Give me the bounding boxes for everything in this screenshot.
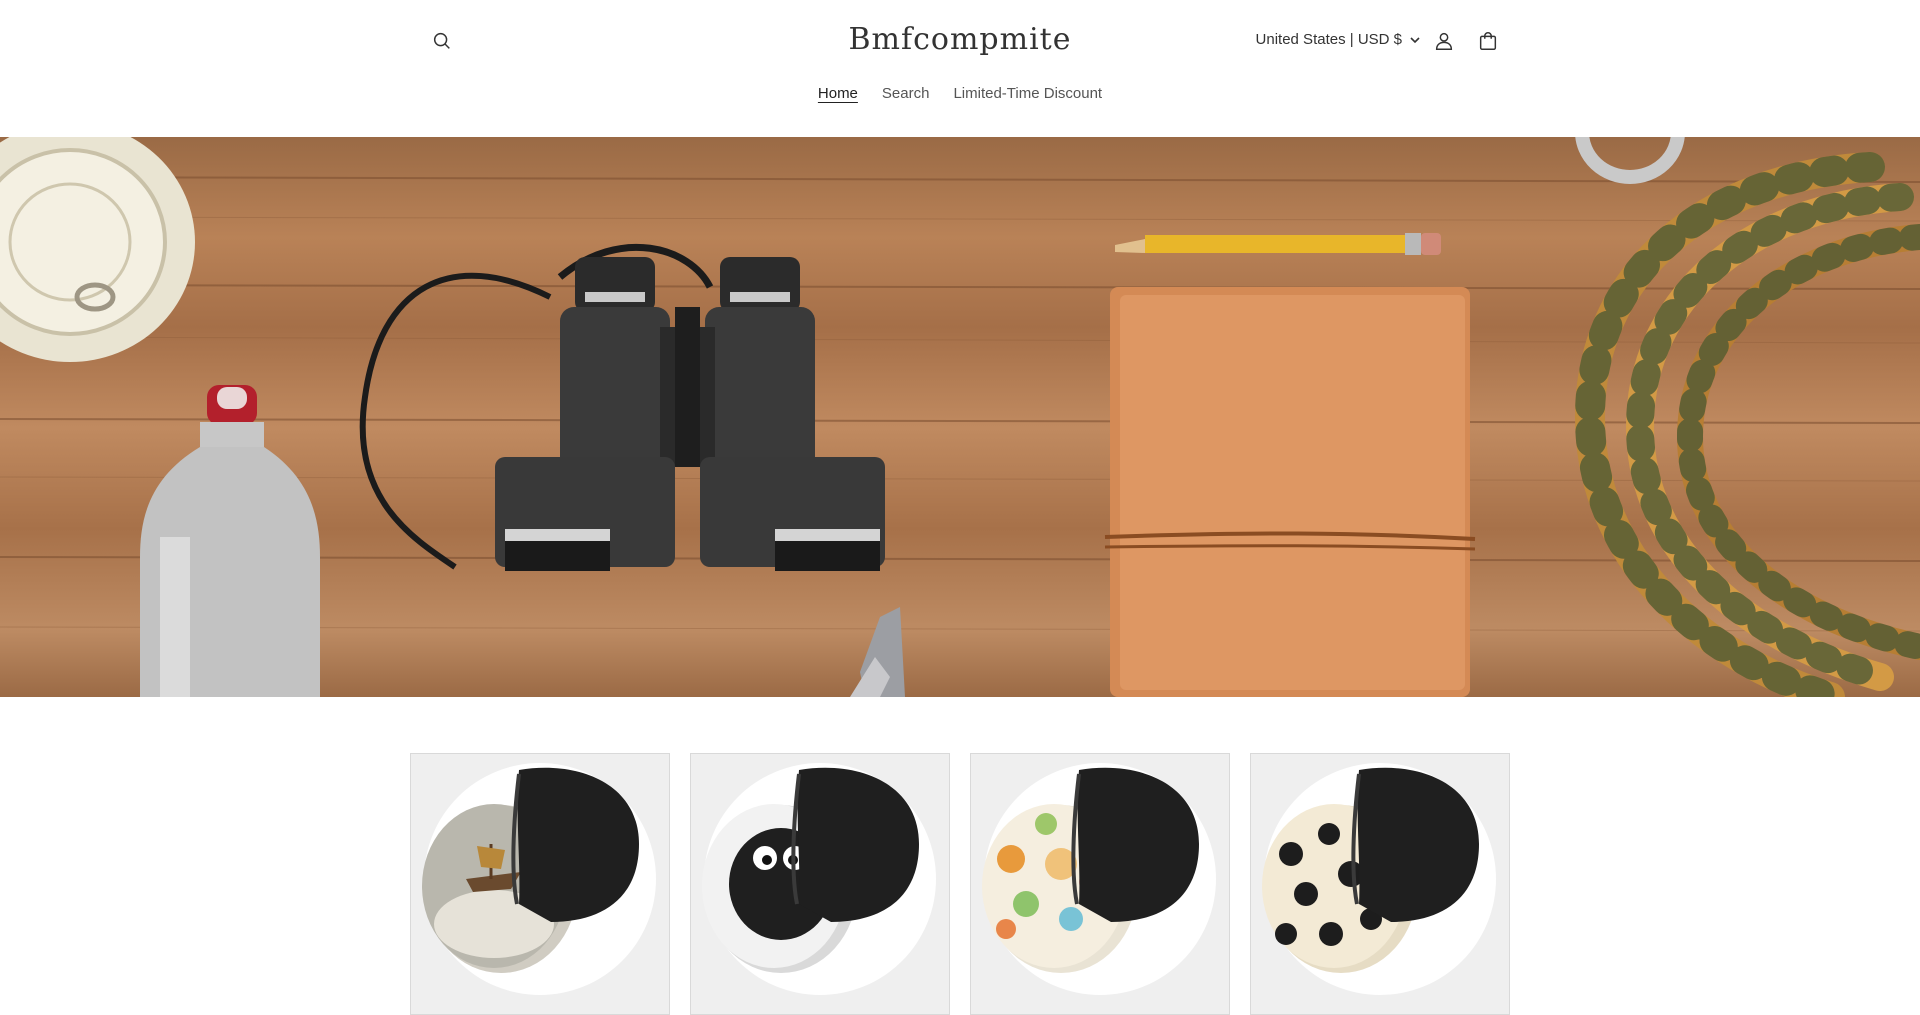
- water-bottle: [140, 385, 320, 697]
- product-image-cute-spiders: [1262, 763, 1496, 995]
- cart-icon: [1479, 32, 1497, 50]
- carabiner: [1575, 137, 1685, 184]
- nav-item-limited-time-discount[interactable]: Limited-Time Discount: [953, 83, 1102, 104]
- binoculars: [495, 257, 885, 571]
- leather-notebook: [1104, 287, 1476, 697]
- product-image-flying-ship: [422, 763, 656, 995]
- chevron-down-icon: [1410, 36, 1420, 43]
- nav-item-search[interactable]: Search: [882, 83, 930, 104]
- country-currency-selector[interactable]: United States | USD $: [1256, 31, 1420, 48]
- product-image-kawaii-doodles: [982, 763, 1216, 995]
- account-icon: [1435, 32, 1453, 50]
- country-selector-label: United States | USD $: [1255, 31, 1402, 48]
- hero-banner-image: [0, 137, 1920, 697]
- header-top-row: Bmfcompmite United States | USD $: [410, 0, 1510, 84]
- product-card[interactable]: [690, 753, 950, 1015]
- product-grid: [410, 753, 1510, 1015]
- site-header: Bmfcompmite United States | USD $ Home S…: [0, 0, 1920, 137]
- climbing-rope: [1574, 152, 1920, 697]
- product-image-black-fuzzy-monster: [702, 763, 936, 995]
- cart-button[interactable]: [1466, 19, 1510, 63]
- pocket-knife: [850, 607, 905, 697]
- main-navigation: Home Search Limited-Time Discount: [0, 83, 1920, 104]
- hero-banner: [0, 137, 1920, 697]
- product-card[interactable]: [1250, 753, 1510, 1015]
- product-card[interactable]: [410, 753, 670, 1015]
- account-button[interactable]: [1422, 19, 1466, 63]
- pencil: [1115, 233, 1441, 255]
- tin-can: [0, 137, 195, 362]
- product-card[interactable]: [970, 753, 1230, 1015]
- nav-item-home[interactable]: Home: [818, 83, 858, 104]
